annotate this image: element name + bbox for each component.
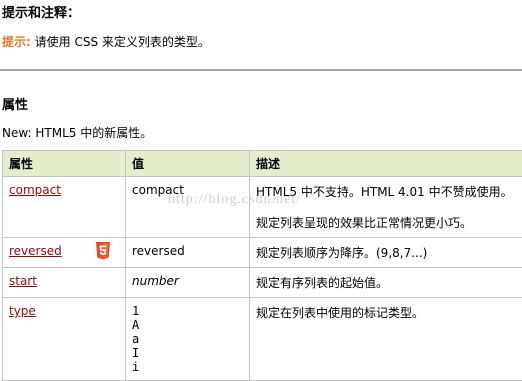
- type-value: A: [132, 318, 140, 332]
- desc-line: HTML5 中不支持。HTML 4.01 中不赞成使用。: [256, 185, 513, 199]
- attr-link-reversed[interactable]: reversed: [9, 244, 62, 258]
- divider: [0, 69, 522, 71]
- tips-heading: 提示和注释：: [2, 6, 81, 21]
- attr-link-start[interactable]: start: [9, 274, 37, 288]
- desc-cell: 规定在列表中使用的标记类型。: [249, 297, 522, 381]
- attr-link-compact[interactable]: compact: [9, 183, 61, 197]
- tip-text: 请使用 CSS 来定义列表的类型。: [30, 35, 210, 49]
- attributes-table: 属性 值 描述 compact compact HTML5 中不支持。HTML …: [2, 150, 522, 381]
- header-description: 描述: [249, 150, 522, 177]
- new-label: New:: [2, 126, 36, 140]
- desc-line: 规定列表呈现的效果比正常情况更小巧。: [256, 216, 473, 230]
- header-value: 值: [125, 150, 250, 177]
- attr-cell: start: [2, 267, 126, 298]
- tip-line: 提示: 请使用 CSS 来定义列表的类型。: [2, 33, 210, 50]
- desc-cell: 规定有序列表的起始值。: [249, 267, 522, 298]
- value-cell: compact: [125, 176, 250, 238]
- header-attribute: 属性: [2, 150, 126, 177]
- type-value: a: [132, 332, 140, 346]
- attributes-heading: 属性: [2, 98, 29, 113]
- attr-cell: reversed: [2, 237, 126, 268]
- value-cell: reversed: [125, 237, 250, 268]
- table-row: compact compact HTML5 中不支持。HTML 4.01 中不赞…: [2, 176, 522, 238]
- new-text: HTML5 中的新属性。: [35, 126, 153, 140]
- html5-icon: [96, 242, 110, 260]
- value-cell: 1 A a I i: [125, 297, 250, 381]
- type-value: 1: [132, 304, 140, 318]
- attr-cell: type: [2, 297, 126, 381]
- desc-cell: HTML5 中不支持。HTML 4.01 中不赞成使用。 规定列表呈现的效果比正…: [249, 176, 522, 238]
- table-row: reversed reversed 规定列表顺序为降序。(9,8,7...): [2, 237, 522, 268]
- type-value: i: [132, 360, 140, 374]
- table-header-row: 属性 值 描述: [2, 150, 522, 177]
- value-cell: number: [125, 267, 250, 298]
- attr-cell: compact: [2, 176, 126, 238]
- new-attribute-note: New: HTML5 中的新属性。: [2, 124, 152, 141]
- table-row: type 1 A a I i 规定在列表中使用的标记类型。: [2, 297, 522, 381]
- attr-link-type[interactable]: type: [9, 304, 36, 318]
- tip-label: 提示:: [2, 35, 31, 49]
- type-value: I: [132, 346, 140, 360]
- table-row: start number 规定有序列表的起始值。: [2, 267, 522, 298]
- desc-cell: 规定列表顺序为降序。(9,8,7...): [249, 237, 522, 268]
